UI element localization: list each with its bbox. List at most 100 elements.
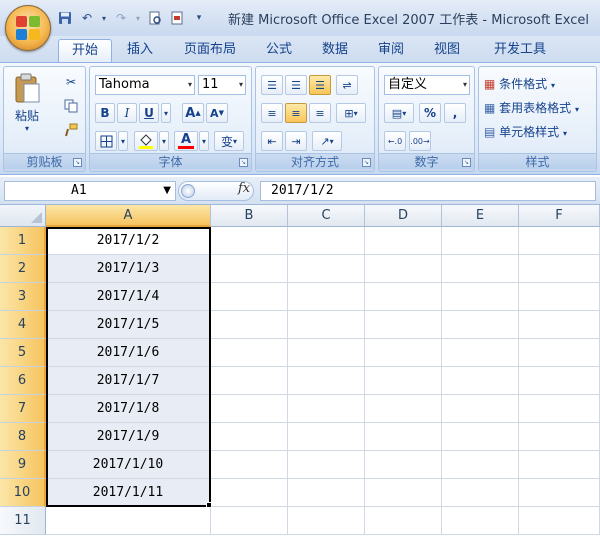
tab-formulas[interactable]: 公式 (256, 39, 302, 62)
accounting-format-button[interactable]: ▤ ▾ (384, 103, 414, 123)
orientation-button[interactable]: ↗ ▾ (312, 131, 342, 151)
cell-e11[interactable] (442, 507, 519, 535)
column-header-e[interactable]: E (442, 205, 519, 227)
row-header[interactable]: 2 (0, 255, 46, 283)
row-header[interactable]: 5 (0, 339, 46, 367)
cell-f9[interactable] (519, 451, 600, 479)
cell-e10[interactable] (442, 479, 519, 507)
cell-e2[interactable] (442, 255, 519, 283)
format-as-table-button[interactable]: ▦ 套用表格格式 ▾ (484, 99, 579, 116)
conditional-format-button[interactable]: ▦ 条件格式 ▾ (484, 75, 555, 92)
name-box[interactable]: A1 ▼ (4, 181, 176, 201)
cell-e6[interactable] (442, 367, 519, 395)
cell-f8[interactable] (519, 423, 600, 451)
underline-dropdown-icon[interactable]: ▾ (161, 103, 171, 123)
formula-input[interactable]: 2017/1/2 (260, 181, 596, 201)
cell-c6[interactable] (288, 367, 365, 395)
cell-c4[interactable] (288, 311, 365, 339)
align-top-button[interactable]: ☰ (261, 75, 283, 95)
row-header[interactable]: 10 (0, 479, 46, 507)
cell-b8[interactable] (211, 423, 288, 451)
cell-b9[interactable] (211, 451, 288, 479)
comma-button[interactable]: , (444, 103, 466, 123)
cell-d3[interactable] (365, 283, 442, 311)
row-header[interactable]: 8 (0, 423, 46, 451)
cell-a1[interactable]: 2017/1/2 (46, 227, 211, 255)
office-button[interactable] (5, 5, 51, 51)
cell-styles-button[interactable]: ▤ 单元格样式 ▾ (484, 123, 567, 140)
column-header-b[interactable]: B (211, 205, 288, 227)
undo-icon[interactable]: ↶ (78, 9, 96, 27)
tab-home[interactable]: 开始 (58, 39, 112, 62)
cell-c10[interactable] (288, 479, 365, 507)
cell-b5[interactable] (211, 339, 288, 367)
cell-c11[interactable] (288, 507, 365, 535)
cell-e4[interactable] (442, 311, 519, 339)
tab-developer[interactable]: 开发工具 (482, 39, 558, 62)
cell-b4[interactable] (211, 311, 288, 339)
cell-f10[interactable] (519, 479, 600, 507)
fill-color-dropdown-icon[interactable]: ▾ (159, 131, 169, 151)
cell-d6[interactable] (365, 367, 442, 395)
italic-button[interactable]: I (117, 103, 137, 123)
select-all-button[interactable] (0, 205, 46, 227)
paste-button[interactable]: 粘贴 ▾ (10, 71, 44, 135)
cell-c7[interactable] (288, 395, 365, 423)
column-header-f[interactable]: F (519, 205, 600, 227)
row-header[interactable]: 7 (0, 395, 46, 423)
font-color-dropdown-icon[interactable]: ▾ (199, 131, 209, 151)
cut-button[interactable]: ✂ (60, 73, 82, 91)
cell-d2[interactable] (365, 255, 442, 283)
row-header[interactable]: 1 (0, 227, 46, 255)
cell-f6[interactable] (519, 367, 600, 395)
fill-handle[interactable] (206, 502, 212, 508)
row-header[interactable]: 3 (0, 283, 46, 311)
cell-c2[interactable] (288, 255, 365, 283)
fill-color-button[interactable] (134, 131, 158, 151)
font-name-select[interactable]: Tahoma ▾ (95, 75, 195, 95)
cell-f5[interactable] (519, 339, 600, 367)
alignment-launcher-icon[interactable]: ↘ (362, 158, 371, 167)
cell-c3[interactable] (288, 283, 365, 311)
cell-f4[interactable] (519, 311, 600, 339)
cell-a3[interactable]: 2017/1/4 (46, 283, 211, 311)
underline-button[interactable]: U (139, 103, 159, 123)
cell-e1[interactable] (442, 227, 519, 255)
cell-b7[interactable] (211, 395, 288, 423)
format-painter-button[interactable] (60, 121, 82, 139)
row-header[interactable]: 6 (0, 367, 46, 395)
cell-f1[interactable] (519, 227, 600, 255)
insert-function-icon[interactable]: fx (238, 181, 250, 196)
number-launcher-icon[interactable]: ↘ (462, 158, 471, 167)
cell-a10[interactable]: 2017/1/11 (46, 479, 211, 507)
cell-b3[interactable] (211, 283, 288, 311)
redo-dropdown-icon[interactable]: ▾ (134, 14, 142, 23)
borders-dropdown-icon[interactable]: ▾ (118, 131, 128, 151)
cell-c1[interactable] (288, 227, 365, 255)
cell-c5[interactable] (288, 339, 365, 367)
merge-center-button[interactable]: ⊞ ▾ (336, 103, 366, 123)
column-header-d[interactable]: D (365, 205, 442, 227)
cell-b2[interactable] (211, 255, 288, 283)
copy-button[interactable] (60, 97, 82, 115)
align-bottom-button[interactable]: ☰ (309, 75, 331, 95)
cell-a11[interactable] (46, 507, 211, 535)
cell-a9[interactable]: 2017/1/10 (46, 451, 211, 479)
cell-a7[interactable]: 2017/1/8 (46, 395, 211, 423)
clipboard-launcher-icon[interactable]: ↘ (73, 158, 82, 167)
cell-a4[interactable]: 2017/1/5 (46, 311, 211, 339)
save-icon[interactable] (56, 9, 74, 27)
cell-d11[interactable] (365, 507, 442, 535)
grow-font-button[interactable]: A ▲ (182, 103, 204, 123)
decrease-indent-button[interactable]: ⇤ (261, 131, 283, 151)
increase-decimal-button[interactable]: ←.0 (384, 131, 406, 151)
align-right-button[interactable]: ≡ (309, 103, 331, 123)
align-middle-button[interactable]: ☰ (285, 75, 307, 95)
pdf-icon[interactable] (168, 9, 186, 27)
cell-d9[interactable] (365, 451, 442, 479)
cell-f3[interactable] (519, 283, 600, 311)
cell-a2[interactable]: 2017/1/3 (46, 255, 211, 283)
row-header[interactable]: 4 (0, 311, 46, 339)
increase-indent-button[interactable]: ⇥ (285, 131, 307, 151)
cell-e7[interactable] (442, 395, 519, 423)
